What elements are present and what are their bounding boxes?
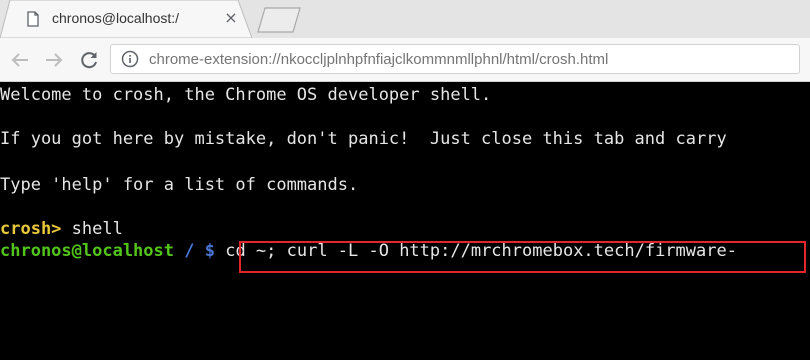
tab-strip: chronos@localhost:/ × [0, 0, 810, 38]
crosh-prompt-line: crosh> shell [0, 219, 123, 239]
tab-title: chronos@localhost:/ [52, 10, 180, 26]
crosh-prompt: crosh> [0, 219, 62, 239]
new-tab-button[interactable] [256, 6, 302, 34]
crosh-command: shell [61, 219, 123, 239]
browser-window: chronos@localhost:/ × chrome-extension:/… [0, 0, 810, 360]
document-icon [27, 11, 39, 27]
url-text[interactable]: chrome-extension://nkoccljplnhpfnfiajclk… [149, 51, 608, 68]
help-line: Type 'help' for a list of commands. [0, 175, 359, 195]
info-icon[interactable] [121, 50, 139, 68]
back-button[interactable] [9, 49, 31, 71]
reload-icon [81, 52, 97, 69]
arrow-left-icon [11, 53, 28, 67]
forward-button[interactable] [43, 49, 65, 71]
terminal[interactable]: Welcome to crosh, the Chrome OS develope… [0, 82, 810, 360]
address-bar[interactable]: chrome-extension://nkoccljplnhpfnfiajclk… [110, 44, 800, 74]
reload-button[interactable] [78, 49, 100, 71]
welcome-line: Welcome to crosh, the Chrome OS develope… [0, 85, 492, 105]
browser-toolbar: chrome-extension://nkoccljplnhpfnfiajclk… [0, 38, 810, 82]
command-highlight-box [239, 241, 806, 273]
shell-path: / [174, 241, 205, 261]
shell-user: chronos@localhost [0, 241, 174, 261]
shell-prompt-sign: $ [204, 241, 215, 261]
arrow-right-icon [46, 53, 63, 67]
mistake-line: If you got here by mistake, don't panic!… [0, 129, 727, 149]
tab-close-icon[interactable]: × [223, 10, 239, 26]
